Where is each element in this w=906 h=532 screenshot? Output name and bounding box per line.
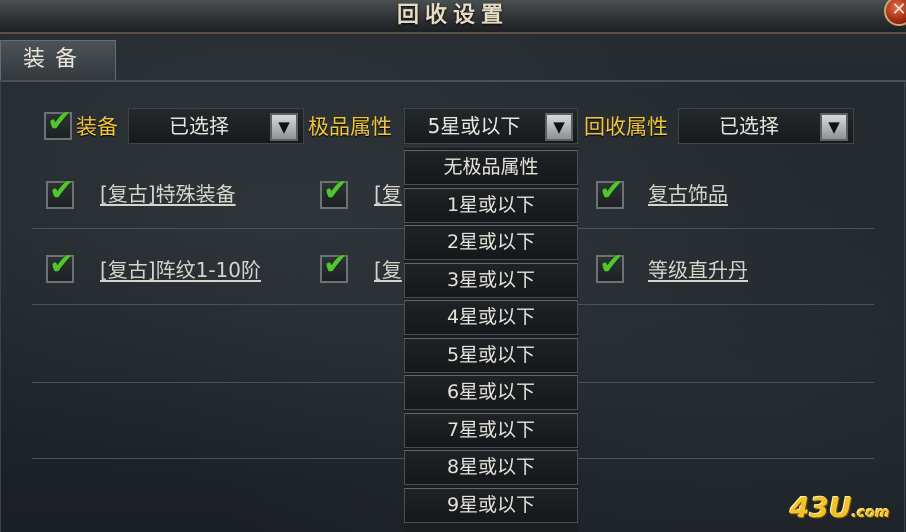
item-checkbox[interactable]: ✔ [46, 176, 74, 209]
recycle-settings-window: 回收设置 ✕ 装备 ✔ 装备 已选择 ▼ 极品属性 5星或以下 ▼ 回收属性 已… [0, 0, 906, 532]
site-watermark-logo: 43U.com [790, 491, 890, 524]
tab-underline [0, 80, 906, 82]
equip-filter-label: 装备 [76, 115, 118, 139]
dropdown-arrow-icon[interactable]: ▼ [270, 113, 298, 141]
quality-select-value: 5星或以下 [427, 114, 521, 138]
item-label[interactable]: 等级直升丹 [648, 258, 748, 282]
item-label[interactable]: [复古]阵纹1-10阶 [100, 258, 261, 282]
item-label[interactable]: [复 [374, 182, 402, 206]
check-icon: ✔ [323, 247, 349, 282]
dropdown-option[interactable]: 8星或以下 [404, 450, 578, 485]
dropdown-option[interactable]: 4星或以下 [404, 300, 578, 335]
item-label[interactable]: 复古饰品 [648, 182, 728, 206]
equip-select-value: 已选择 [169, 114, 229, 138]
dropdown-option[interactable]: 无极品属性 [404, 150, 578, 185]
check-icon: ✔ [49, 247, 75, 282]
item-checkbox[interactable]: ✔ [320, 176, 348, 209]
check-icon: ✔ [599, 173, 625, 208]
dropdown-arrow-icon[interactable]: ▼ [545, 113, 573, 141]
dropdown-arrow-icon[interactable]: ▼ [820, 113, 848, 141]
check-icon: ✔ [323, 173, 349, 208]
dropdown-option[interactable]: 6星或以下 [404, 375, 578, 410]
recycle-select[interactable]: 已选择 ▼ [678, 108, 854, 144]
check-icon: ✔ [49, 173, 75, 208]
panel-border [0, 82, 1, 532]
item-label[interactable]: [复古]特殊装备 [100, 182, 236, 206]
item-label[interactable]: [复 [374, 258, 402, 282]
equip-filter-checkbox[interactable]: ✔ [44, 107, 72, 140]
quality-select[interactable]: 5星或以下 ▼ [404, 108, 578, 144]
dropdown-option[interactable]: 1星或以下 [404, 188, 578, 223]
title-bar: 回收设置 [0, 0, 906, 34]
tab-equipment[interactable]: 装备 [0, 40, 116, 80]
recycle-filter-label: 回收属性 [584, 115, 668, 139]
equip-select[interactable]: 已选择 ▼ [128, 108, 304, 144]
item-checkbox[interactable]: ✔ [46, 250, 74, 283]
dropdown-option[interactable]: 2星或以下 [404, 225, 578, 260]
close-icon: ✕ [891, 0, 906, 20]
panel-border [904, 82, 905, 532]
dropdown-option[interactable]: 3星或以下 [404, 263, 578, 298]
item-checkbox[interactable]: ✔ [596, 250, 624, 283]
recycle-select-value: 已选择 [719, 114, 779, 138]
item-checkbox[interactable]: ✔ [596, 176, 624, 209]
dropdown-option[interactable]: 9星或以下 [404, 488, 578, 523]
check-icon: ✔ [599, 247, 625, 282]
quality-dropdown-list: 无极品属性 1星或以下 2星或以下 3星或以下 4星或以下 5星或以下 6星或以… [404, 148, 578, 532]
check-icon: ✔ [47, 104, 73, 139]
dropdown-option[interactable]: 7星或以下 [404, 413, 578, 448]
quality-filter-label: 极品属性 [308, 115, 392, 139]
dropdown-option[interactable]: 5星或以下 [404, 338, 578, 373]
item-checkbox[interactable]: ✔ [320, 250, 348, 283]
window-title: 回收设置 [396, 2, 509, 28]
